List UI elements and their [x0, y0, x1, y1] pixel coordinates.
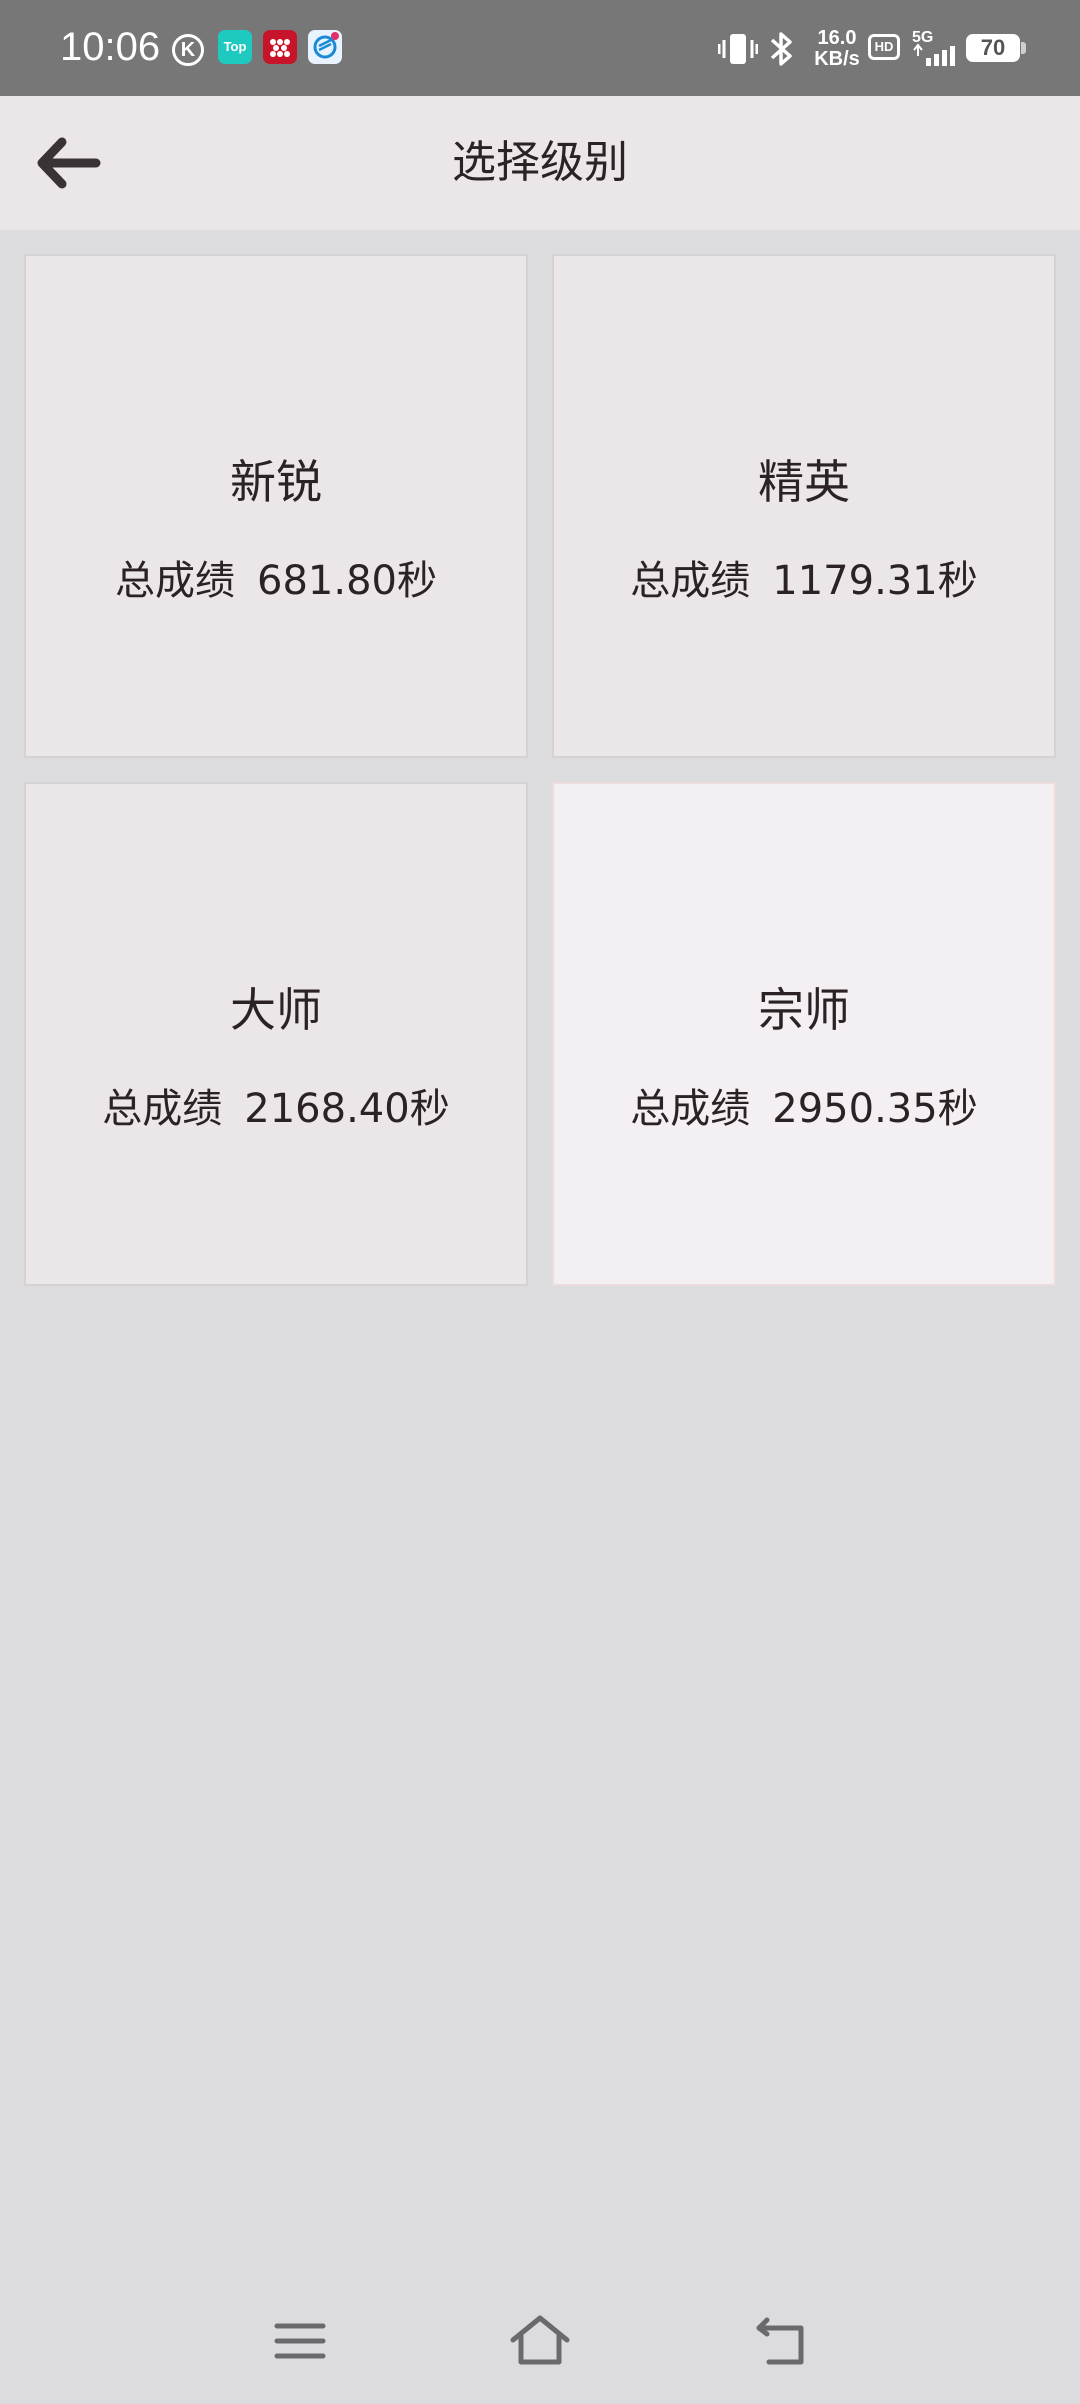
score-value: 2168.40秒	[244, 1086, 450, 1132]
score-label: 总成绩	[115, 558, 236, 604]
network-type: 5G	[912, 29, 933, 46]
network-speed-unit: KB/s	[814, 48, 860, 70]
score-value: 681.80秒	[257, 558, 437, 604]
page-title: 选择级别	[452, 137, 628, 188]
level-name: 宗师	[758, 983, 850, 1037]
network-speed-value: 16.0	[817, 27, 857, 49]
score-value: 1179.31秒	[772, 558, 978, 604]
level-card-jingying[interactable]: 精英 总成绩 1179.31秒	[552, 254, 1056, 758]
back-icon	[756, 2317, 804, 2365]
battery-cap	[1021, 42, 1026, 54]
level-name: 精英	[758, 455, 850, 509]
level-name: 新锐	[230, 455, 322, 509]
network-speed: 16.0 KB/s	[808, 28, 866, 78]
menu-button[interactable]	[265, 2306, 335, 2376]
status-time: 10:06	[60, 25, 161, 69]
status-bar: 10:06 K Top 16.0 KB/s HD 5G 70	[0, 0, 1080, 96]
level-card-xinrui[interactable]: 新锐 总成绩 681.80秒	[24, 254, 528, 758]
top-app-icon: Top	[218, 30, 252, 64]
score-value: 2950.35秒	[772, 1086, 978, 1132]
mobile-app-icon	[308, 30, 342, 64]
red-app-icon	[263, 30, 297, 64]
score-label: 总成绩	[630, 1086, 751, 1132]
battery-icon: 70	[966, 34, 1020, 62]
hd-icon: HD	[868, 34, 900, 60]
signal-5g-icon: 5G	[910, 24, 960, 74]
score-label: 总成绩	[102, 1086, 223, 1132]
vibrate-icon	[717, 24, 759, 74]
level-score: 总成绩 1179.31秒	[554, 556, 1054, 606]
level-score: 总成绩 2950.35秒	[554, 1084, 1054, 1134]
home-icon	[510, 2315, 570, 2365]
k-app-icon: K	[172, 34, 204, 66]
level-name: 大师	[230, 983, 322, 1037]
level-score: 总成绩 2168.40秒	[26, 1084, 526, 1134]
bluetooth-icon	[764, 24, 798, 74]
level-score: 总成绩 681.80秒	[26, 556, 526, 606]
system-nav-bar	[0, 2290, 1080, 2404]
nav-back-button[interactable]	[745, 2306, 815, 2376]
level-card-dashi[interactable]: 大师 总成绩 2168.40秒	[24, 782, 528, 1286]
app-bar: 选择级别	[0, 96, 1080, 230]
menu-icon	[274, 2323, 326, 2359]
home-button[interactable]	[505, 2306, 575, 2376]
level-card-zongshi[interactable]: 宗师 总成绩 2950.35秒	[552, 782, 1056, 1286]
score-label: 总成绩	[630, 558, 751, 604]
